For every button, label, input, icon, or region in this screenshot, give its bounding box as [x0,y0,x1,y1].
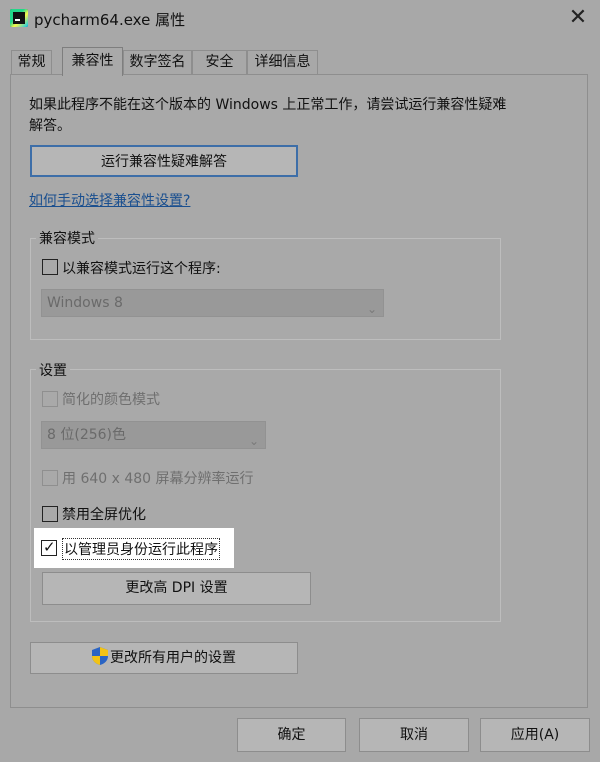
tab-digital-signatures[interactable]: 数字签名 [123,50,192,74]
color-depth-select-value: 8 位(256)色 [47,427,127,443]
color-depth-select: 8 位(256)色 ⌄ [41,421,266,449]
window-title: pycharm64.exe 属性 [34,11,186,29]
compat-os-select-value: Windows 8 [47,295,123,311]
res-640-label: 用 640 x 480 屏幕分辨率运行 [62,471,254,487]
run-as-admin-label[interactable]: 以管理员身份运行此程序 [62,538,220,560]
all-users-button-label: 更改所有用户的设置 [110,650,236,666]
reduced-color-label: 简化的颜色模式 [62,392,160,408]
disable-fullscreen-optimization-label[interactable]: 禁用全屏优化 [62,504,146,524]
run-as-admin-checkbox[interactable] [41,538,57,556]
tab-general[interactable]: 常规 [11,50,52,74]
tab-details[interactable]: 详细信息 [247,50,318,74]
tab-security[interactable]: 安全 [192,50,247,74]
reduced-color-checkbox [42,391,58,407]
disable-fullscreen-optimization-checkbox[interactable] [42,506,58,522]
settings-title: 设置 [36,360,70,380]
uac-shield-icon [92,647,108,665]
apply-button[interactable]: 应用(A) [480,718,590,752]
cancel-button[interactable]: 取消 [359,718,469,752]
chevron-down-icon: ⌄ [366,302,377,316]
run-compatibility-troubleshooter-button[interactable]: 运行兼容性疑难解答 [30,145,298,177]
chevron-down-icon: ⌄ [248,434,259,448]
intro-text: 如果此程序不能在这个版本的 Windows 上正常工作，请尝试运行兼容性疑难解答… [29,97,507,134]
compat-mode-label[interactable]: 以兼容模式运行这个程序: [62,258,221,278]
compat-mode-checkbox[interactable] [42,259,58,275]
close-icon[interactable]: ✕ [564,6,592,32]
change-settings-for-all-users-button[interactable]: 更改所有用户的设置 [30,642,298,674]
ok-button[interactable]: 确定 [237,718,346,752]
tab-compatibility[interactable]: 兼容性 [62,47,123,76]
pycharm-app-icon [10,9,28,27]
res-640-checkbox [42,470,58,486]
compatibility-mode-title: 兼容模式 [36,228,98,248]
change-high-dpi-settings-button[interactable]: 更改高 DPI 设置 [42,572,311,605]
compat-os-select: Windows 8 ⌄ [41,289,384,317]
manual-compatibility-help-link[interactable]: 如何手动选择兼容性设置? [29,190,190,210]
